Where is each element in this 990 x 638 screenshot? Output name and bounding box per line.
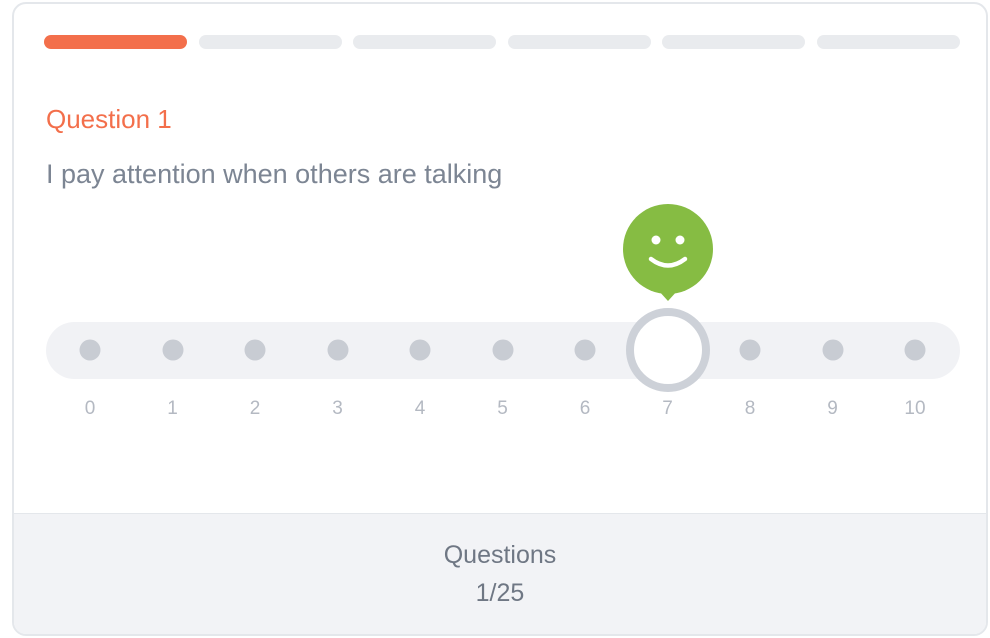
question-text: I pay attention when others are talking xyxy=(46,159,503,189)
question-card: Question 1 I pay attention when others a… xyxy=(12,2,988,636)
rating-label-3: 3 xyxy=(332,398,343,419)
rating-label-6: 6 xyxy=(579,398,591,419)
rating-dot-0[interactable] xyxy=(79,339,101,361)
progress-segment xyxy=(353,35,497,49)
questions-title: Questions xyxy=(443,541,557,569)
footer-panel: Questions 1/25 xyxy=(14,513,986,634)
question-number: Question 1 xyxy=(46,104,172,134)
rating-label-0: 0 xyxy=(84,398,96,419)
rating-dot-1[interactable] xyxy=(162,339,183,361)
rating-label-4: 4 xyxy=(414,398,426,419)
rating-label-5: 5 xyxy=(497,398,508,419)
rating-label-2: 2 xyxy=(249,398,261,419)
progress-segment xyxy=(817,35,960,49)
rating-label-10: 10 xyxy=(904,398,926,419)
progress-segment xyxy=(44,35,187,49)
rating-dot-5[interactable] xyxy=(492,339,513,361)
rating-dot-3[interactable] xyxy=(327,339,348,361)
rating-dot-6[interactable] xyxy=(574,339,596,361)
slider-handle[interactable] xyxy=(625,308,710,392)
rating-label-8: 8 xyxy=(744,398,756,419)
rating-label-9: 9 xyxy=(827,398,838,419)
rating-dot-2[interactable] xyxy=(244,339,266,361)
progress-segment xyxy=(662,35,806,49)
rating-dot-8[interactable] xyxy=(739,339,761,361)
progress-segment xyxy=(507,35,651,49)
progress-segment xyxy=(198,35,342,49)
rating-label-1: 1 xyxy=(167,398,178,419)
smiley-face-icon xyxy=(618,202,718,302)
rating-dot-9[interactable] xyxy=(822,339,843,361)
progress-bar xyxy=(44,35,960,49)
rating-label-7: 7 xyxy=(662,398,673,419)
rating-dot-4[interactable] xyxy=(409,339,431,361)
rating-dot-10[interactable] xyxy=(904,339,926,361)
question-counter: 1/25 xyxy=(475,579,525,607)
